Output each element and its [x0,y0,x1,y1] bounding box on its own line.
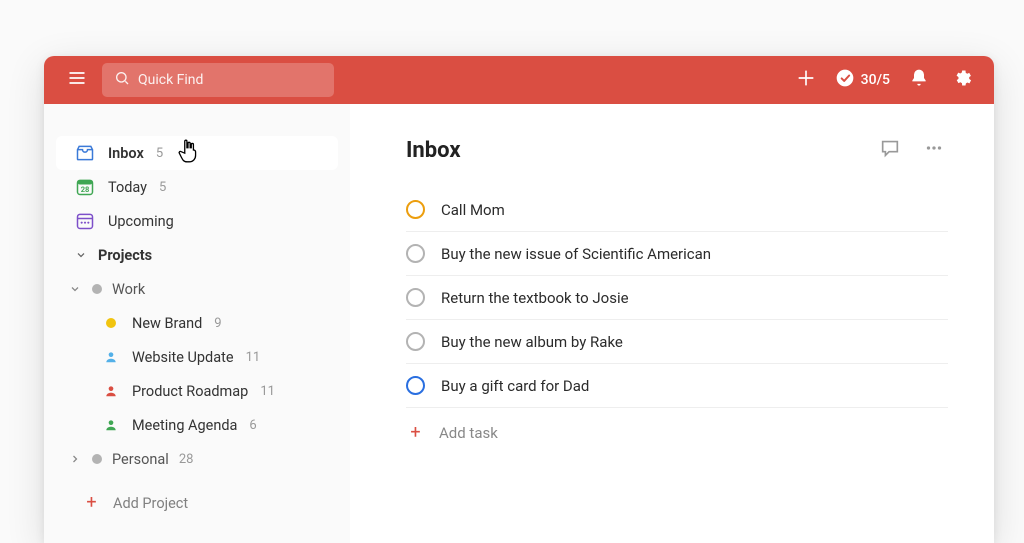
project-group-label: Work [112,281,145,298]
task-title: Buy the new issue of Scientific American [441,245,711,263]
sidebar: Inbox 5 28 Today 5 Upcoming Pro [44,104,350,543]
hamburger-icon [67,68,87,92]
task-checkbox[interactable] [406,376,425,395]
sidebar-item-upcoming[interactable]: Upcoming [56,204,338,238]
project-item-label: Website Update [132,349,234,366]
task-row[interactable]: Call Mom [406,188,948,232]
projects-label: Projects [98,247,152,264]
project-item-label: New Brand [132,315,202,332]
task-checkbox[interactable] [406,244,425,263]
chevron-right-icon [68,453,82,465]
add-project-button[interactable]: + Add Project [62,486,338,520]
sidebar-item-label: Today [108,179,147,196]
add-task-label: Add task [439,424,498,442]
task-row[interactable]: Return the textbook to Josie [406,276,948,320]
calendar-today-icon: 28 [74,176,96,198]
task-list: Call Mom Buy the new issue of Scientific … [406,188,948,408]
app-window: Quick Find 30/5 [44,56,994,543]
check-circle-icon [835,68,855,92]
person-icon [102,350,120,364]
productivity-button[interactable]: 30/5 [835,68,890,92]
topbar: Quick Find 30/5 [44,56,994,104]
more-horizontal-icon [923,137,945,163]
person-icon [102,418,120,432]
project-item-new-brand[interactable]: New Brand 9 [62,306,338,340]
project-group-label: Personal [112,451,169,468]
inbox-icon [74,142,96,164]
chevron-down-icon [74,249,88,261]
comment-icon [879,137,901,163]
project-color-dot [102,318,120,328]
project-group-work[interactable]: Work [62,272,338,306]
task-title: Buy a gift card for Dad [441,377,589,395]
task-row[interactable]: Buy the new issue of Scientific American [406,232,948,276]
task-title: Return the textbook to Josie [441,289,629,307]
task-row[interactable]: Buy a gift card for Dad [406,364,948,408]
plus-icon: + [406,424,425,442]
sidebar-item-label: Inbox [108,145,144,162]
search-icon [114,70,130,90]
notifications-button[interactable] [904,65,934,95]
sidebar-item-label: Upcoming [108,213,174,230]
project-item-count: 6 [249,418,256,433]
chevron-down-icon [68,283,82,295]
project-item-product-roadmap[interactable]: Product Roadmap 11 [62,374,338,408]
task-title: Call Mom [441,201,505,219]
plus-icon: + [82,494,101,512]
bell-icon [909,68,929,92]
task-row[interactable]: Buy the new album by Rake [406,320,948,364]
settings-button[interactable] [948,65,978,95]
page-title: Inbox [406,138,461,163]
search-input[interactable]: Quick Find [102,63,334,97]
project-color-dot [92,284,102,294]
topbar-actions: 30/5 [791,65,978,95]
add-button[interactable] [791,65,821,95]
menu-button[interactable] [60,63,94,97]
sidebar-item-count: 5 [159,180,166,195]
sidebar-item-today[interactable]: 28 Today 5 [56,170,338,204]
project-color-dot [92,454,102,464]
sidebar-projects-header[interactable]: Projects [56,238,338,272]
search-placeholder: Quick Find [138,72,203,88]
task-checkbox[interactable] [406,200,425,219]
plus-icon [795,67,817,93]
task-checkbox[interactable] [406,288,425,307]
more-options-button[interactable] [920,136,948,164]
project-group-personal[interactable]: Personal 28 [62,442,338,476]
person-icon [102,384,120,398]
project-item-label: Product Roadmap [132,383,248,400]
add-task-button[interactable]: + Add task [406,408,948,458]
sidebar-item-count: 5 [156,146,163,161]
add-project-label: Add Project [113,495,188,512]
calendar-upcoming-icon [74,210,96,232]
gear-icon [953,68,973,92]
project-item-count: 11 [260,384,275,399]
sidebar-item-inbox[interactable]: Inbox 5 [56,136,338,170]
task-checkbox[interactable] [406,332,425,351]
svg-text:28: 28 [81,185,90,194]
project-item-meeting-agenda[interactable]: Meeting Agenda 6 [62,408,338,442]
project-item-website-update[interactable]: Website Update 11 [62,340,338,374]
productivity-label: 30/5 [861,72,890,88]
comments-button[interactable] [876,136,904,164]
project-group-count: 28 [179,452,194,467]
task-title: Buy the new album by Rake [441,333,623,351]
main-content: Inbox Call Mom Buy the new issue of Scien… [350,104,994,543]
project-item-count: 11 [246,350,261,365]
project-item-count: 9 [214,316,221,331]
project-item-label: Meeting Agenda [132,417,237,434]
